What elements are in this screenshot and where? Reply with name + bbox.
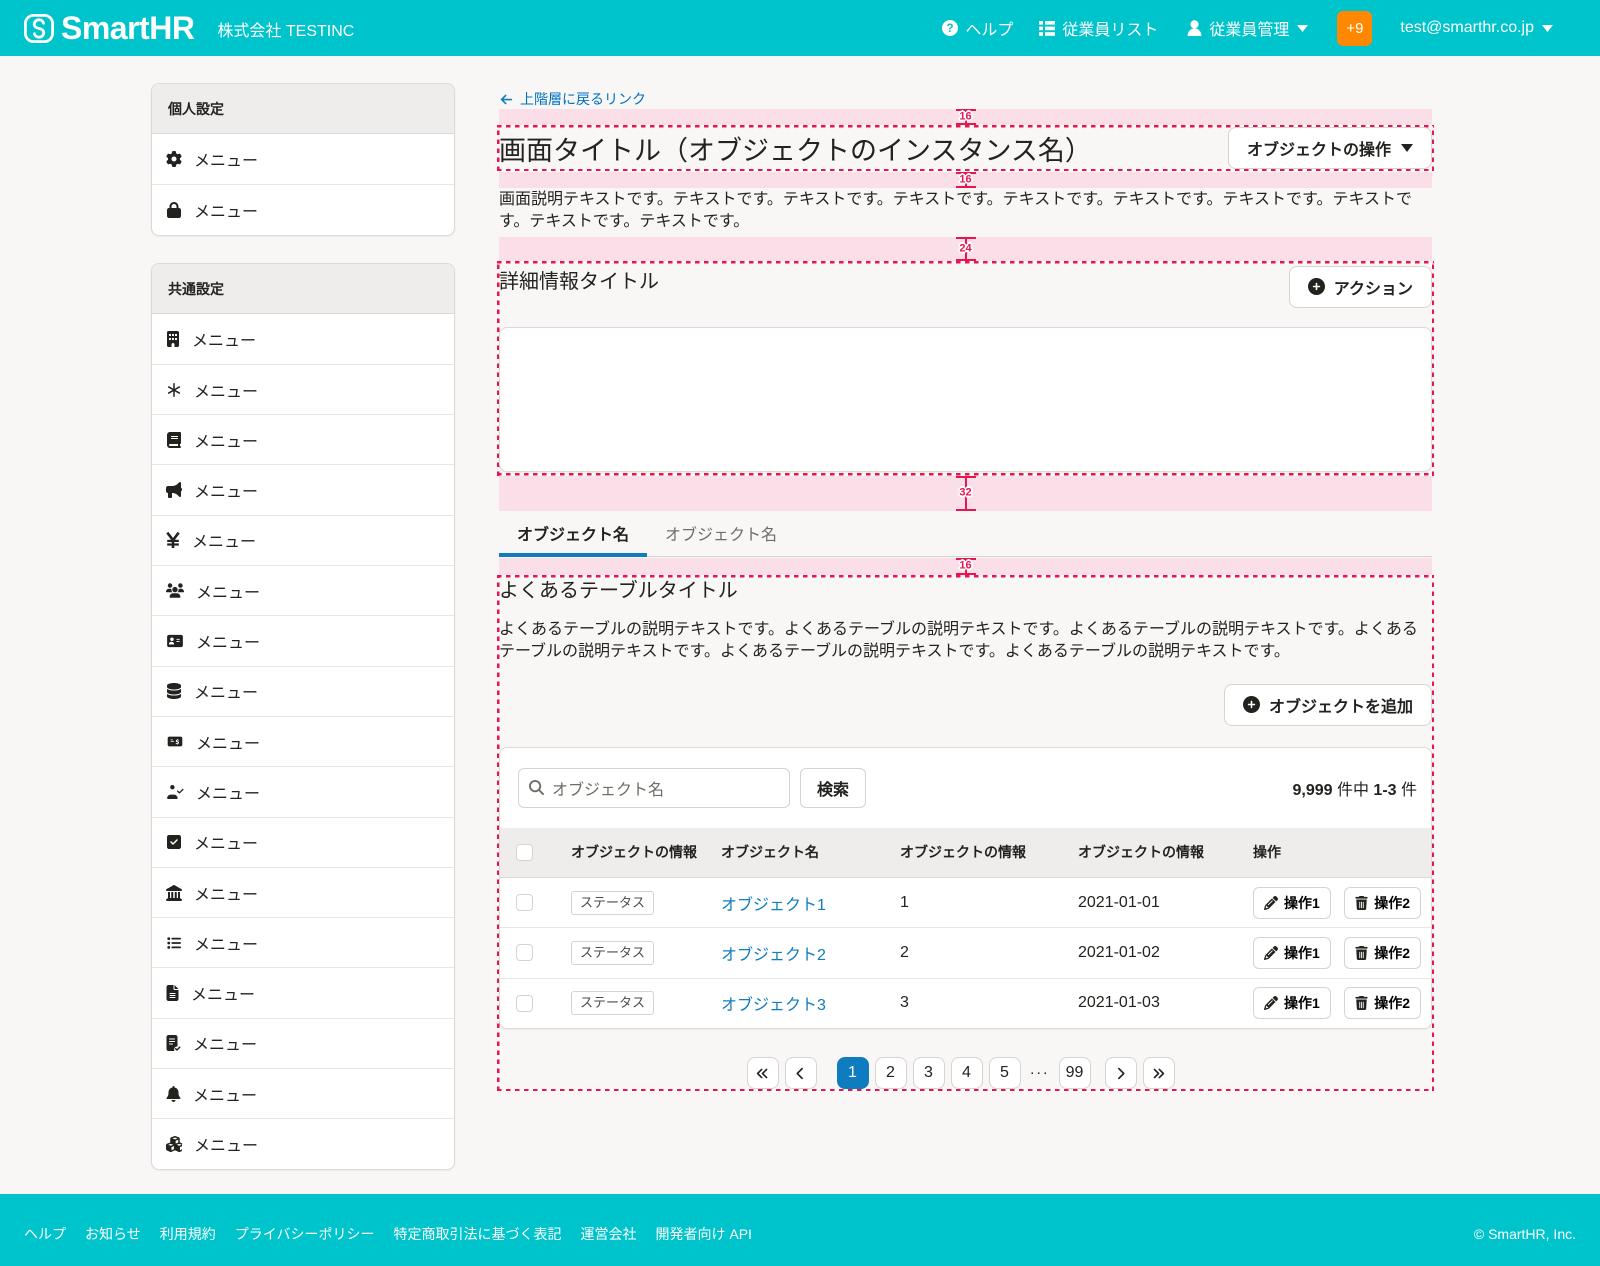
svg-text:?: ? (947, 23, 954, 35)
